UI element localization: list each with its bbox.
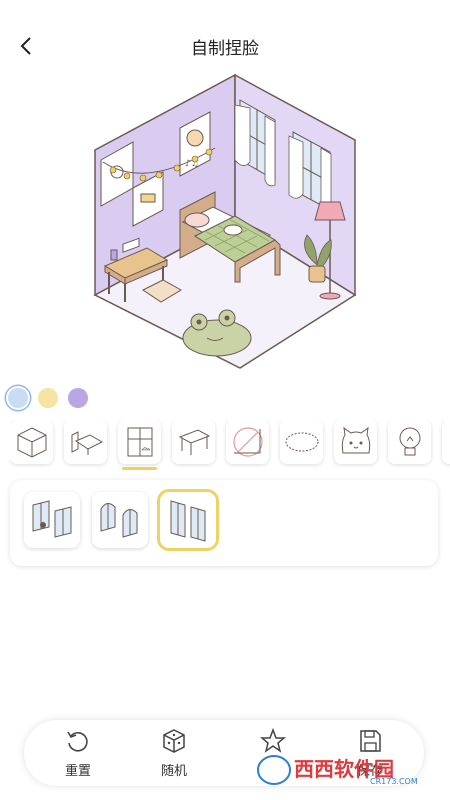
watermark-sub: CR173.COM <box>370 777 418 786</box>
page-title: 自制捏脸 <box>191 39 259 59</box>
cat-icon <box>341 426 370 454</box>
color-swatches <box>8 388 88 408</box>
table-icon <box>178 429 210 455</box>
dice-icon <box>163 729 185 753</box>
rug-icon <box>285 432 318 452</box>
category-pet[interactable] <box>334 420 377 464</box>
category-bed[interactable] <box>64 420 107 464</box>
reset-icon <box>67 731 88 752</box>
room-cube-icon <box>17 427 46 458</box>
none-icon <box>232 427 263 457</box>
category-row <box>10 420 450 470</box>
item-tall-windows[interactable] <box>160 492 216 548</box>
category-window[interactable] <box>118 420 161 470</box>
category-light[interactable] <box>388 420 431 464</box>
random-label: 随机 <box>160 764 187 779</box>
category-rug[interactable] <box>280 420 323 464</box>
item-arched-windows[interactable] <box>92 492 148 548</box>
item-window-with-cat[interactable] <box>24 492 80 548</box>
category-more[interactable] <box>442 420 450 464</box>
category-room[interactable] <box>10 420 53 464</box>
reset-button[interactable]: 重置 <box>48 728 108 779</box>
arched-windows-icon <box>100 503 138 538</box>
room-preview: ♪♫ <box>85 70 365 370</box>
lightbulb-icon <box>399 427 420 456</box>
window-icon <box>127 427 152 457</box>
item-panel <box>10 480 438 566</box>
reset-label: 重置 <box>64 764 91 779</box>
category-table[interactable] <box>172 420 215 464</box>
category-none[interactable] <box>226 420 269 464</box>
watermark: 西西软件园 CR173.COM <box>252 750 432 790</box>
random-button[interactable]: 随机 <box>144 728 204 779</box>
tall-windows-icon <box>170 500 206 542</box>
swatch-purple[interactable] <box>68 388 88 408</box>
swatch-blue[interactable] <box>8 388 28 408</box>
swatch-yellow[interactable] <box>38 388 58 408</box>
bed-icon <box>71 431 103 455</box>
window-with-cat-icon <box>32 500 72 538</box>
